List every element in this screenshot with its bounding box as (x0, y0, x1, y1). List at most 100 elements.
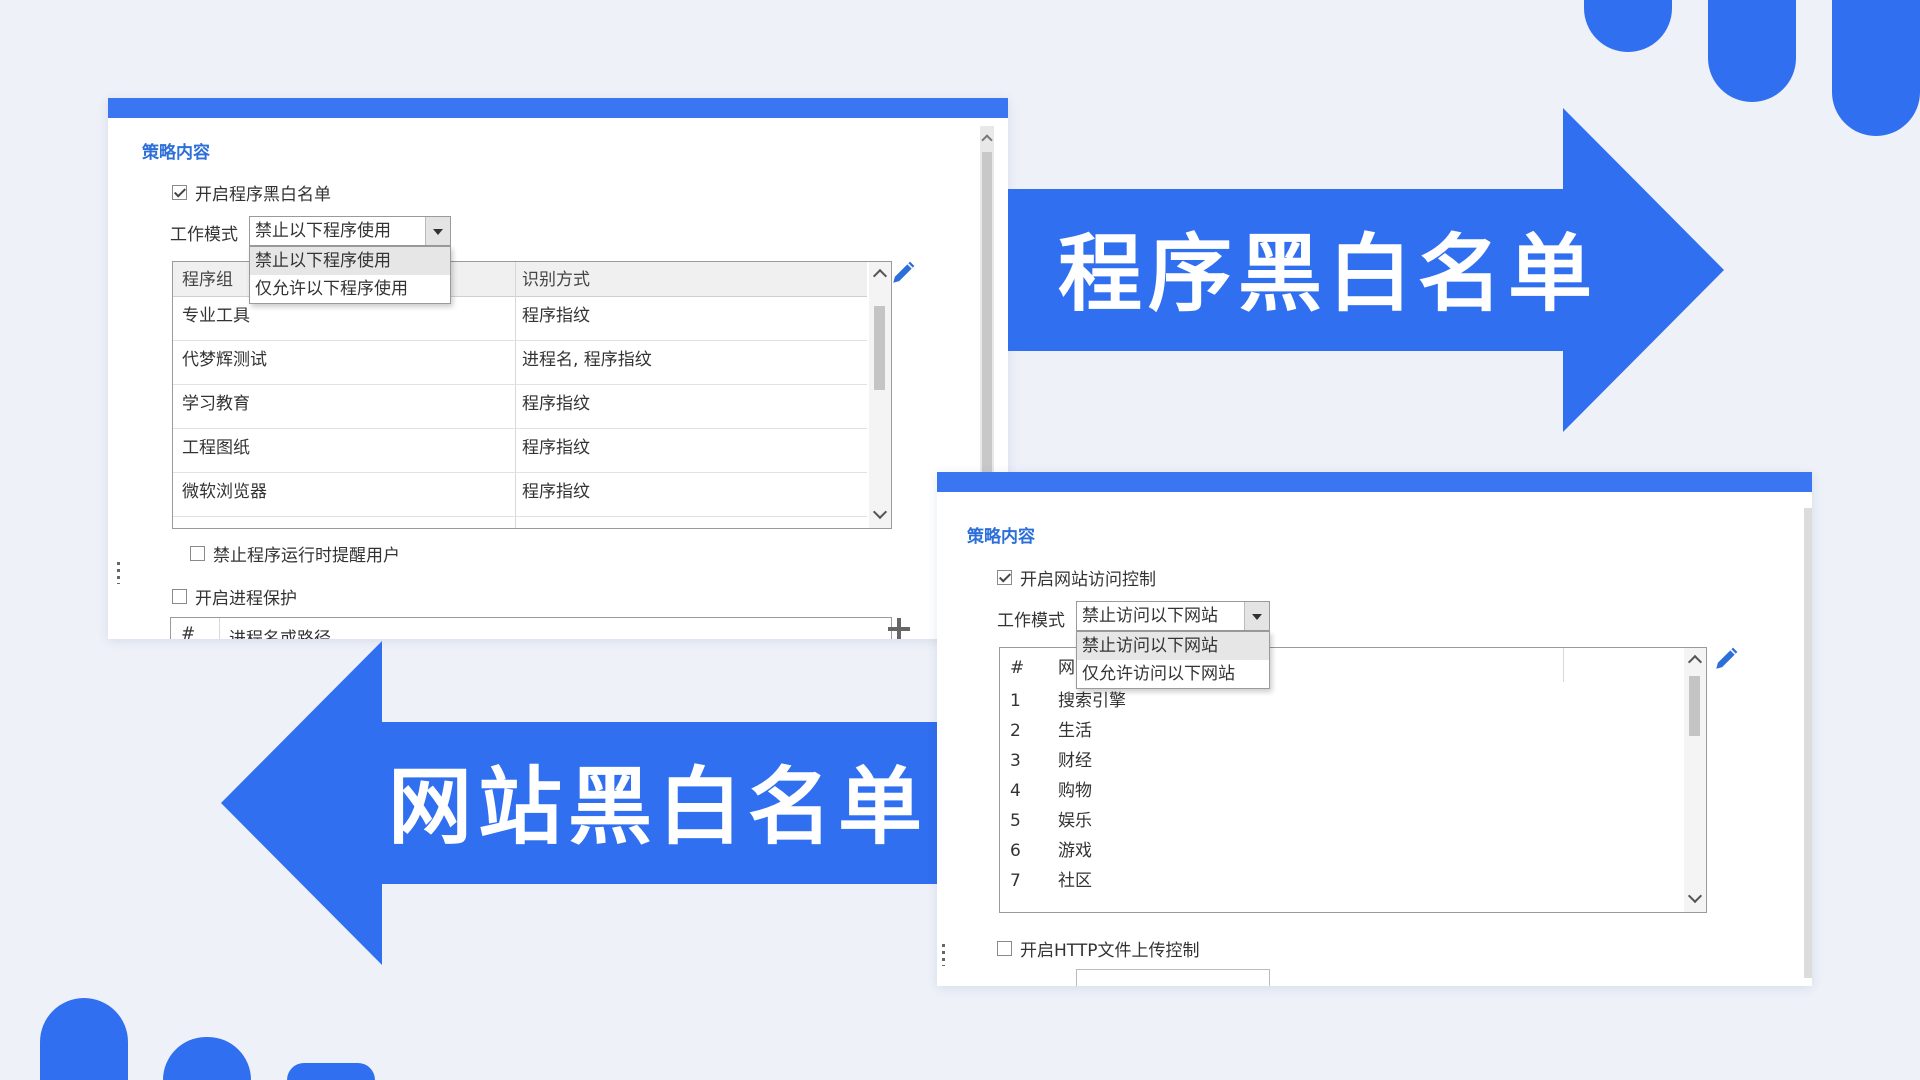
scroll-up-icon[interactable] (981, 134, 993, 146)
drag-handle[interactable] (117, 562, 120, 584)
cell-no: 6 (1010, 841, 1021, 861)
scroll-up-icon[interactable] (1687, 654, 1703, 670)
table-row[interactable]: 工程图纸 程序指纹 (173, 428, 867, 473)
cell-group: 专业工具 (182, 306, 250, 326)
column-header[interactable]: 网 (1058, 653, 1075, 683)
table-row[interactable]: 微软浏览器 程序指纹 (173, 472, 867, 517)
cell-method: 程序指纹 (522, 394, 590, 414)
cell-group: 学习教育 (182, 394, 250, 414)
checkbox-label: 开启HTTP文件上传控制 (1020, 941, 1200, 961)
panel-scrollbar[interactable] (1804, 508, 1812, 978)
checkbox-unchecked[interactable] (172, 589, 187, 604)
drag-handle[interactable] (942, 944, 945, 966)
cell-group: 代梦辉测试 (182, 350, 267, 370)
checkbox-checked[interactable] (997, 570, 1012, 585)
cell-name: 生活 (1058, 721, 1092, 741)
mode-select[interactable]: 禁止以下程序使用 (249, 216, 451, 246)
http-upload-control-checkbox[interactable]: 开启HTTP文件上传控制 (997, 936, 1200, 961)
table-row[interactable]: 4 购物 (1000, 776, 1682, 806)
mode-option[interactable]: 禁止以下程序使用 (250, 247, 450, 275)
chevron-down-icon[interactable] (1244, 602, 1269, 630)
cell-group: 微软浏览器 (182, 482, 267, 502)
mode-select[interactable]: 禁止访问以下网站 (1076, 601, 1270, 631)
remind-user-checkbox[interactable]: 禁止程序运行时提醒用户 (190, 541, 400, 566)
cell-no: 4 (1010, 781, 1021, 801)
table-row[interactable]: 3 财经 (1000, 746, 1682, 776)
mode-select-value: 禁止以下程序使用 (255, 221, 391, 241)
panel-header-bar (108, 98, 1008, 118)
enable-program-list-checkbox[interactable]: 开启程序黑白名单 (172, 180, 331, 205)
column-divider (219, 618, 220, 639)
checkbox-checked[interactable] (172, 185, 187, 200)
cell-name: 游戏 (1058, 841, 1092, 861)
cell-name: 娱乐 (1058, 811, 1092, 831)
program-blacklist-banner: 程序黑白名单 (1058, 225, 1599, 323)
table-row[interactable]: 7 社区 (1000, 866, 1682, 896)
column-header[interactable]: 进程名或路径 (229, 624, 331, 639)
checkbox-label: 禁止程序运行时提醒用户 (213, 546, 400, 566)
checkbox-label: 开启进程保护 (195, 589, 297, 609)
scroll-down-icon[interactable] (1687, 888, 1703, 904)
add-icon[interactable] (888, 618, 910, 639)
mode-option[interactable]: 禁止访问以下网站 (1077, 632, 1269, 660)
cell-no: 3 (1010, 751, 1021, 771)
pencil-icon[interactable] (1713, 646, 1739, 672)
panel-header-bar (937, 472, 1812, 492)
scroll-down-icon[interactable] (872, 504, 888, 520)
column-header[interactable]: # (1010, 653, 1024, 683)
process-table: # 进程名或路径 (170, 617, 892, 639)
table-row[interactable]: 代梦辉测试 进程名, 程序指纹 (173, 340, 867, 385)
cell-method: 程序指纹 (522, 438, 590, 458)
table-scrollbar[interactable] (869, 262, 891, 528)
cell-no: 2 (1010, 721, 1021, 741)
column-header[interactable]: # (181, 624, 195, 639)
website-blacklist-banner: 网站黑白名单 (388, 758, 929, 856)
mode-option[interactable]: 仅允许以下程序使用 (250, 275, 450, 303)
column-divider (1563, 648, 1564, 682)
column-header[interactable]: 程序组 (182, 262, 233, 296)
cell-method: 程序指纹 (522, 306, 590, 326)
decor-pill (1832, 0, 1920, 136)
table-row[interactable]: 2 生活 (1000, 716, 1682, 746)
table-row[interactable]: 1 搜索引擎 (1000, 686, 1682, 716)
mode-select-value: 禁止访问以下网站 (1082, 606, 1218, 626)
cell-name: 购物 (1058, 781, 1092, 801)
section-title: 策略内容 (142, 143, 210, 163)
checkbox-unchecked[interactable] (997, 941, 1012, 956)
decor-pill (1584, 0, 1672, 52)
checkbox-label: 开启程序黑白名单 (195, 185, 331, 205)
table-row[interactable]: 学习教育 程序指纹 (173, 384, 867, 429)
mode-label: 工作模式 (170, 225, 238, 245)
cell-no: 5 (1010, 811, 1021, 831)
collapsed-select[interactable] (1076, 969, 1270, 986)
section-title: 策略内容 (967, 527, 1035, 547)
pencil-icon[interactable] (890, 260, 916, 286)
cell-name: 搜索引擎 (1058, 691, 1126, 711)
process-protect-checkbox[interactable]: 开启进程保护 (172, 584, 297, 609)
cell-no: 7 (1010, 871, 1021, 891)
decor-pill (40, 998, 128, 1080)
mode-dropdown: 禁止以下程序使用 仅允许以下程序使用 (249, 246, 451, 304)
mode-dropdown: 禁止访问以下网站 仅允许访问以下网站 (1076, 631, 1270, 689)
cell-no: 1 (1010, 691, 1021, 711)
table-scrollbar[interactable] (1684, 648, 1706, 912)
scroll-up-icon[interactable] (872, 268, 888, 284)
program-policy-panel: 策略内容 开启程序黑白名单 工作模式 禁止以下程序使用 禁止以下程序使用 仅允许… (108, 98, 1008, 639)
scroll-thumb[interactable] (1689, 676, 1700, 736)
table-row[interactable]: 5 娱乐 (1000, 806, 1682, 836)
table-row[interactable]: 6 游戏 (1000, 836, 1682, 866)
chevron-down-icon[interactable] (425, 217, 450, 245)
mode-option[interactable]: 仅允许访问以下网站 (1077, 660, 1269, 688)
column-header[interactable]: 识别方式 (522, 262, 590, 296)
cell-method: 进程名, 程序指纹 (522, 350, 652, 370)
checkbox-unchecked[interactable] (190, 546, 205, 561)
decor-pill (287, 1063, 375, 1080)
website-policy-panel: 策略内容 开启网站访问控制 工作模式 禁止访问以下网站 禁止访问以下网站 仅允许… (937, 472, 1812, 986)
cell-group: 工程图纸 (182, 438, 250, 458)
checkbox-label: 开启网站访问控制 (1020, 570, 1156, 590)
mode-label: 工作模式 (997, 611, 1065, 631)
scroll-thumb[interactable] (874, 306, 885, 390)
cell-method: 程序指纹 (522, 482, 590, 502)
decor-pill (1708, 0, 1796, 102)
enable-website-control-checkbox[interactable]: 开启网站访问控制 (997, 565, 1156, 590)
